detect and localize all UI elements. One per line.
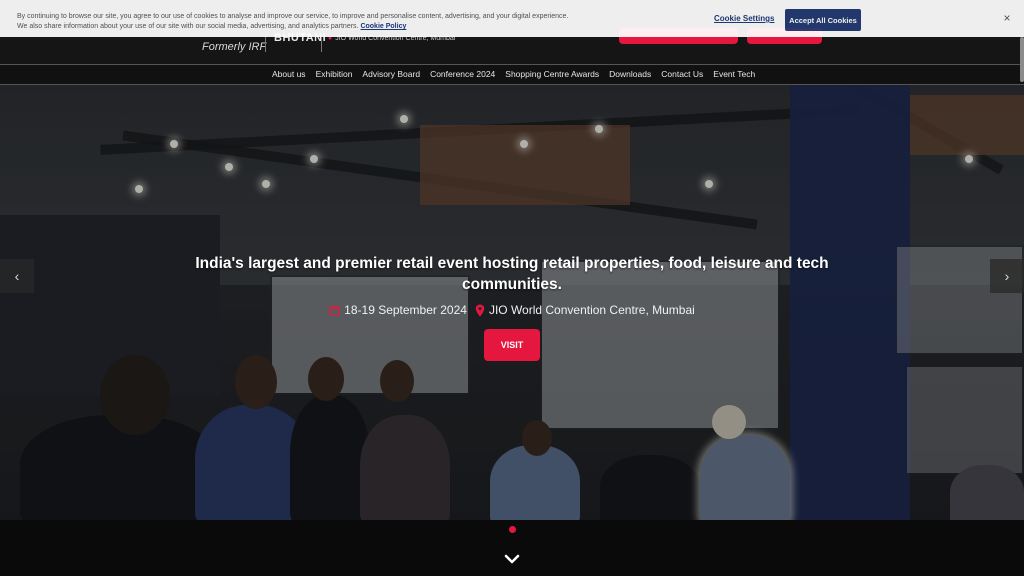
cookie-banner: By continuing to browse our site, you ag… [0,0,1024,37]
nav-item-contact-us[interactable]: Contact Us [661,69,703,79]
calendar-icon [329,304,340,316]
cookie-settings-button[interactable]: Cookie Settings [714,14,774,23]
chevron-right-icon: › [1004,268,1010,284]
nav-list: About us Exhibition Advisory Board Conferen… [272,69,755,79]
carousel-indicator-dot[interactable] [509,526,516,533]
accept-cookies-button[interactable]: Accept All Cookies [785,9,861,31]
event-meta: 18-19 September 2024 JIO World Conventio… [0,303,1024,317]
event-date: 18-19 September 2024 [329,303,467,317]
chevron-left-icon: ‹ [14,268,20,284]
cookie-text: By continuing to browse our site, you ag… [17,12,577,32]
page: Formerly IRF BHUTANI ● JIO World Conventi… [0,0,1024,576]
event-location-text: JIO World Convention Centre, Mumbai [488,303,695,317]
nav-item-downloads[interactable]: Downloads [609,69,651,79]
event-date-text: 18-19 September 2024 [344,303,467,317]
cookie-message: By continuing to browse our site, you ag… [17,13,569,30]
nav-item-conference-2024[interactable]: Conference 2024 [430,69,495,79]
nav-item-advisory-board[interactable]: Advisory Board [362,69,420,79]
carousel-prev-button[interactable]: ‹ [0,259,34,293]
hero-headline: India's largest and premier retail event… [195,255,829,293]
carousel-next-button[interactable]: › [990,259,1024,293]
nav-item-about-us[interactable]: About us [272,69,306,79]
cookie-policy-link[interactable]: Cookie Policy [360,23,406,30]
logo-subtitle[interactable]: Formerly IRF [202,41,266,53]
scrollbar[interactable] [1020,37,1024,82]
close-icon[interactable]: × [1001,11,1013,25]
visit-button[interactable]: VISIT [484,329,540,361]
nav-item-exhibition[interactable]: Exhibition [316,69,353,79]
nav-item-event-tech[interactable]: Event Tech [713,69,755,79]
scroll-down-chevron-icon[interactable] [503,553,521,565]
location-pin-icon [475,304,485,316]
event-location: JIO World Convention Centre, Mumbai [475,303,695,317]
nav-item-shopping-centre-awards[interactable]: Shopping Centre Awards [505,69,599,79]
main-nav: About us Exhibition Advisory Board Conferen… [0,64,1024,85]
